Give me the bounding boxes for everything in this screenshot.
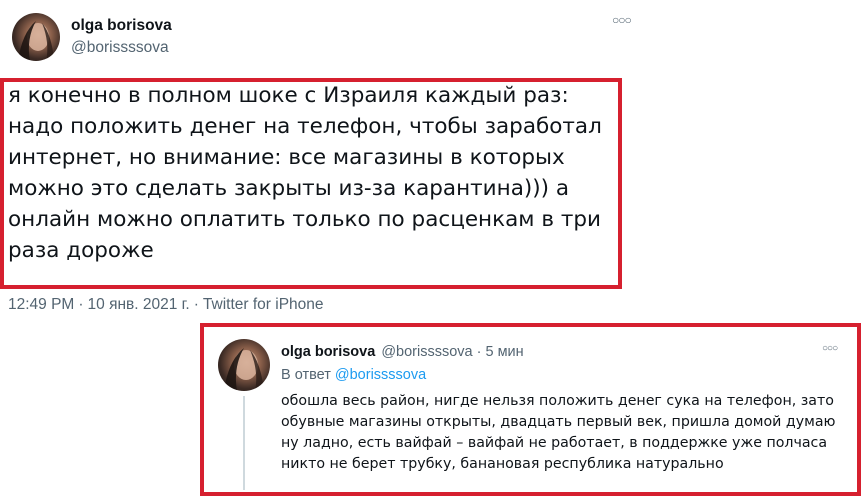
tweet-meta: 12:49 PM · 10 янв. 2021 г. · Twitter for iPh… — [8, 296, 328, 314]
reply-author-name[interactable]: olga borisova — [281, 344, 375, 360]
reply-author-handle[interactable]: @borissssova — [381, 344, 472, 360]
reply-to-handle[interactable]: @borissssova — [335, 367, 426, 383]
reply-avatar[interactable] — [218, 339, 270, 391]
tweet-date[interactable]: 10 янв. 2021 г. — [88, 296, 190, 313]
tweet-text: я конечно в полном шоке с Израиля каждый… — [8, 83, 602, 263]
reply-header: olga borisova @borissssova · 5 мин — [281, 344, 524, 360]
avatar-photo — [18, 21, 54, 61]
reply-to-label: В ответ — [281, 367, 331, 383]
avatar-photo — [224, 348, 264, 391]
reply-separator: · — [476, 344, 482, 360]
more-horizontal-icon: ○○○ — [612, 13, 632, 27]
thread-line — [243, 396, 245, 490]
meta-separator: · — [78, 296, 84, 313]
author-handle[interactable]: @borissssova — [71, 39, 169, 57]
reply-time[interactable]: 5 мин — [486, 344, 524, 360]
reply-to-line: В ответ @borissssova — [281, 367, 426, 383]
avatar[interactable] — [12, 13, 60, 61]
more-options-button[interactable]: ○○○ — [612, 13, 632, 27]
tweet-source[interactable]: Twitter for iPhone — [203, 296, 324, 313]
reply-text: обошла весь район, нигде нельзя положить… — [281, 393, 836, 472]
more-horizontal-icon: ○○○ — [822, 343, 838, 354]
reply-more-options-button[interactable]: ○○○ — [822, 343, 838, 354]
meta-separator: · — [193, 296, 199, 313]
author-name[interactable]: olga borisova — [71, 17, 172, 35]
tweet-time[interactable]: 12:49 PM — [8, 296, 74, 313]
